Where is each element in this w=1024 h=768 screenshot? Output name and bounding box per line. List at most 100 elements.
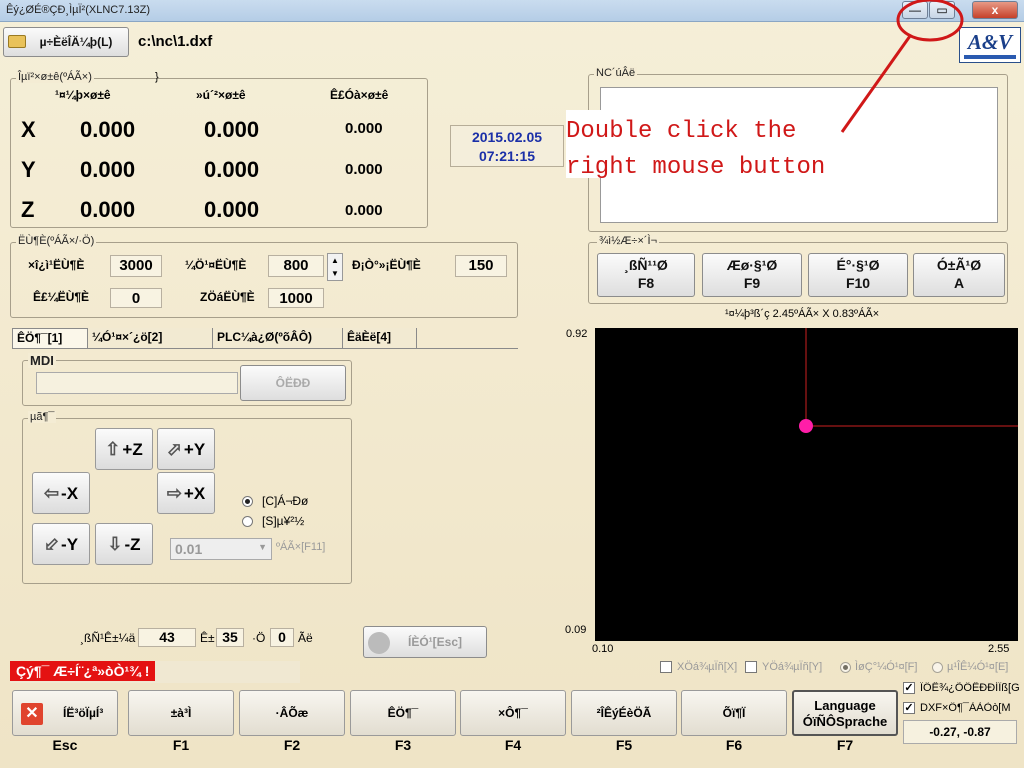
coordinates-label: Îµï²×ø±ê(ºÁÃ×) <box>16 71 94 83</box>
diagnosis-button[interactable]: Õï¶Ï <box>681 690 787 736</box>
jump-process-radio[interactable] <box>840 662 851 673</box>
key-f5-label: F5 <box>615 737 633 753</box>
plot-y-top-label: 0.92 <box>566 328 588 340</box>
y-machine-value: 0.000 <box>204 157 260 182</box>
workpiece-size-info: ¹¤¼þ³ß´ç 2.45ºÁÃ× X 0.83ºÁÃ× <box>725 308 880 320</box>
show-path-label: ÏÔÊ¾¿ÕÔÊÐÐÍÏß[G <box>920 682 1020 694</box>
y-remain-value: 0.000 <box>345 161 383 178</box>
dxf-auto-label: DXF×Ô¶¯ÀÀÒò[M <box>920 702 1011 714</box>
close-x-icon: ✕ <box>21 703 43 725</box>
tab-manual[interactable]: ÊÖ¶¯[1] <box>12 328 88 348</box>
pressure-time-label: ¸ßÑ¹Ê±¼ä <box>80 631 136 645</box>
dxf-auto-checkbox[interactable]: ✓ <box>903 702 915 714</box>
mdi-input[interactable] <box>36 372 238 394</box>
plot-x-left-label: 0.10 <box>592 643 614 655</box>
auto-button[interactable]: ×Ô¶¯ <box>460 690 566 736</box>
key-f2-label: F2 <box>283 737 301 753</box>
jog-x-minus-button[interactable]: ⇦ -X <box>32 472 90 514</box>
y-mirror-label: YÖá¾µÏñ[Y] <box>762 661 823 673</box>
sand-valve-off-button[interactable]: É°·§¹Ø F10 <box>808 253 908 297</box>
arrow-down-icon: ⇩ <box>107 534 123 554</box>
language-button[interactable]: Language ÓïÑÔSprache <box>792 690 898 736</box>
x-mirror-checkbox[interactable] <box>660 661 672 673</box>
mdi-run-button[interactable]: ÔËÐÐ <box>240 365 346 401</box>
arrow-diagonal-up-icon: ⬀ <box>166 439 182 459</box>
x-machine-value: 0.000 <box>204 117 260 142</box>
axis-y-label: Y <box>21 157 36 182</box>
machine-coord-header: »ú´²×ø±ê <box>196 88 246 102</box>
x-mirror-label: XÖá¾µÏñ[X] <box>677 661 738 673</box>
date-text: 2015.02.05 <box>471 129 543 145</box>
hours-value: 43 <box>138 628 196 647</box>
step-size-select[interactable]: 0.01 ▼ <box>170 538 272 560</box>
valve-panel-label: ¾ì½Æ÷×´Ì¬ <box>597 235 660 247</box>
cursor-coordinates: -0.27, -0.87 <box>903 720 1017 744</box>
annotation-line-1: Double click the <box>566 118 797 145</box>
step-size-hint: ºÁÃ×[F11] <box>276 541 326 553</box>
z-speed-field[interactable]: 1000 <box>268 288 324 308</box>
high-pressure-off-button[interactable]: ¸ßÑ¹¹Ø F8 <box>597 253 695 297</box>
x-work-value: 0.000 <box>80 117 136 142</box>
x-remain-value: 0.000 <box>345 120 383 137</box>
point-speed-label: Ð¡Ò°»¡ËÙ¶È <box>352 258 421 272</box>
hours-unit: Ê± <box>200 631 215 645</box>
show-path-checkbox[interactable]: ✓ <box>903 682 915 694</box>
toolpath-canvas[interactable] <box>595 328 1018 641</box>
jog-label: µã¶¯ <box>28 411 57 423</box>
max-speed-label: ×î¿ì¹ËÙ¶È <box>28 258 85 272</box>
seconds-unit: Ãë <box>298 631 313 645</box>
stop-button[interactable]: ÍÈÓ¹[Esc] <box>363 626 487 658</box>
parameter-settings-button[interactable]: ²ÎÊýÉèÖÃ <box>571 690 677 736</box>
max-speed-field[interactable]: 3000 <box>110 255 162 277</box>
window-title: Êý¿ØÉ®ÇÐ¸ÌµÏ²(XLNC7.13Z) <box>6 4 151 16</box>
annotation-arrow <box>840 0 964 133</box>
jog-y-plus-button[interactable]: ⬀ +Y <box>157 428 215 470</box>
tab-process-status[interactable]: ¼Ó¹¤×´¿ö[2] <box>88 328 213 348</box>
remain-coord-header: Ê£Óà×ø±ê <box>330 88 389 102</box>
annotation-line-2: right mouse button <box>566 154 826 181</box>
simulation-button[interactable]: ·ÂÕæ <box>239 690 345 736</box>
open-file-button[interactable]: µ÷ÈëÎÄ¼þ(L) <box>3 27 129 57</box>
annotation-text: Double click the right mouse button <box>566 114 825 186</box>
key-f6-label: F6 <box>725 737 743 753</box>
manual-speed-spinner[interactable]: ▲ ▼ <box>327 253 343 281</box>
key-f7-label: F7 <box>836 737 854 753</box>
speed-panel <box>10 242 518 318</box>
key-f3-label: F3 <box>394 737 412 753</box>
y-work-value: 0.000 <box>80 157 136 182</box>
jog-z-minus-button[interactable]: ⇩ -Z <box>95 523 153 565</box>
minutes-unit: ·Ö <box>252 631 266 645</box>
arrow-diagonal-down-icon: ⬃ <box>43 534 60 554</box>
plot-y-bottom-label: 0.09 <box>565 624 587 636</box>
axis-x-label: X <box>21 117 36 142</box>
key-f1-label: F1 <box>172 737 190 753</box>
jog-x-plus-button[interactable]: ⇨ +X <box>157 472 215 514</box>
file-path: c:\nc\1.dxf <box>138 33 213 50</box>
mode-continuous-label: [C]Á¬Ðø <box>262 494 309 508</box>
jog-z-plus-button[interactable]: ⇧ +Z <box>95 428 153 470</box>
y-mirror-checkbox[interactable] <box>745 661 757 673</box>
time-text: 07:21:15 <box>478 148 536 164</box>
air-valve-off-button[interactable]: Æø·§¹Ø F9 <box>702 253 802 297</box>
jog-y-minus-button[interactable]: ⬃ -Y <box>32 523 90 565</box>
mode-continuous-radio[interactable] <box>242 496 253 507</box>
key-f4-label: F4 <box>504 737 522 753</box>
reverse-process-radio[interactable] <box>932 662 943 673</box>
manual-speed-field[interactable]: 800 <box>268 255 324 277</box>
exit-system-button[interactable]: ✕ ÍË³öÏµÍ³ <box>12 690 118 736</box>
mode-step-radio[interactable] <box>242 516 253 527</box>
tab-plc-monitor[interactable]: PLC¼à¿Ø(ºõÂÔ) <box>213 328 343 348</box>
chevron-down-icon: ▼ <box>258 542 267 552</box>
mode-step-label: [S]µ¥²½ <box>262 514 305 528</box>
mdi-label: MDI <box>28 353 56 368</box>
status-message: Çý¶¯ Æ÷Í¨¿ª»òÒ¹¾ ! <box>10 661 156 681</box>
point-speed-field[interactable]: 150 <box>455 255 507 277</box>
pump-off-button[interactable]: Ó±Ã¹Ø A <box>913 253 1005 297</box>
tab-input[interactable]: ÊäÈë[4] <box>343 328 417 348</box>
programming-button[interactable]: ±à³Ì <box>128 690 234 736</box>
manual-button[interactable]: ÊÖ¶¯ <box>350 690 456 736</box>
arrow-left-icon: ⇦ <box>43 483 60 503</box>
status-bar: Çý¶¯ Æ÷Í¨¿ª»òÒ¹¾ ! <box>10 661 300 683</box>
current-speed-field: 0 <box>110 288 162 308</box>
z-speed-label: ZÖáËÙ¶È <box>200 290 255 304</box>
